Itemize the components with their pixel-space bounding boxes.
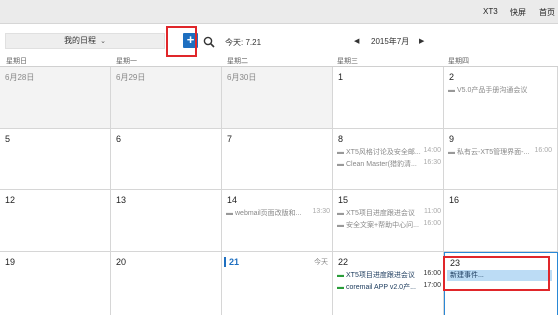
calendar-event[interactable]: ▬ 私有云-XT5管理界面-... 16:00 — [448, 147, 552, 157]
day-number: 9 — [449, 134, 455, 144]
event-chat-icon: ▬ — [337, 161, 344, 168]
calendar-event[interactable]: ▬ webmail页面改版和... 13:30 — [226, 208, 330, 218]
day-cell[interactable]: 16 — [444, 190, 558, 252]
weekday-label: 星期二 — [227, 58, 248, 65]
day-cell[interactable]: 23 新建事件... — [444, 252, 558, 315]
day-number: 14 — [227, 195, 238, 205]
day-cell[interactable]: 2 ▬ V5.0产品手册沟通会议 — [444, 67, 558, 129]
month-grid: 6月28日 6月29日 6月30日 1 2 ▬ V5.0产品手册沟通会议 5 6 7 8 ▬ XT5风格… — [0, 66, 558, 315]
event-chat-icon: ▬ — [337, 284, 344, 291]
event-chat-icon: ▬ — [448, 149, 455, 156]
day-number: 23 — [450, 258, 461, 268]
day-number: 6月30日 — [227, 73, 257, 82]
event-time: 13:30 — [312, 208, 330, 215]
day-number: 7 — [227, 134, 233, 144]
day-cell[interactable]: 5 — [0, 129, 111, 190]
day-cell[interactable]: 1 — [333, 67, 444, 129]
day-cell[interactable]: 6月30日 — [222, 67, 333, 129]
search-icon[interactable] — [203, 36, 215, 48]
new-event-input[interactable]: 新建事件... — [447, 270, 552, 281]
day-number: 20 — [116, 257, 127, 267]
day-cell[interactable]: 14 ▬ webmail页面改版和... 13:30 — [222, 190, 333, 252]
event-title: 安全文案+帮助中心问... — [346, 222, 419, 229]
calendar-select[interactable]: 我的日程 ⌄ — [5, 33, 165, 49]
day-number: 2 — [449, 72, 455, 82]
day-number: 15 — [338, 195, 349, 205]
day-number: 6 — [116, 134, 122, 144]
calendar-event[interactable]: ▬ XT5项目进度跟进会议 16:00 — [337, 270, 441, 280]
day-cell[interactable]: 6月28日 — [0, 67, 111, 129]
event-title: XT5风格讨论及安全邮... — [346, 149, 421, 156]
event-time: 17:00 — [423, 282, 441, 289]
calendar-event[interactable]: ▬ Clean Master(猎豹清... 16:30 — [337, 159, 441, 169]
day-number: 8 — [338, 134, 344, 144]
day-number: 22 — [338, 257, 349, 267]
event-time: 16:30 — [423, 159, 441, 166]
event-chat-icon: ▬ — [226, 210, 233, 217]
event-time: 16:00 — [534, 147, 552, 154]
day-cell[interactable]: 8 ▬ XT5风格讨论及安全邮... 14:00 ▬ Clean Master(猎豹清..… — [333, 129, 444, 190]
calendar-toolbar: 我的日程 ⌄ — [0, 24, 558, 56]
day-number: 5 — [5, 134, 11, 144]
event-time: 16:00 — [423, 220, 441, 227]
event-title: XT5项目进度跟进会议 — [346, 272, 415, 279]
event-title: 私有云-XT5管理界面-... — [457, 149, 530, 156]
day-number: 12 — [5, 195, 16, 205]
event-chat-icon: ▬ — [337, 272, 344, 279]
event-title: Clean Master(猎豹清... — [346, 161, 417, 168]
day-cell[interactable]: 13 — [111, 190, 222, 252]
event-title: coremail APP v2.0产... — [346, 284, 416, 291]
day-number: 19 — [5, 257, 16, 267]
event-time: 14:00 — [423, 147, 441, 154]
day-number: 6月28日 — [5, 73, 35, 82]
topbar-link-xt3[interactable]: XT3 — [483, 7, 498, 16]
next-month-icon[interactable]: ▶ — [419, 37, 424, 45]
day-number: 16 — [449, 195, 460, 205]
prev-month-icon[interactable]: ◀ — [354, 37, 359, 45]
day-cell[interactable]: 12 — [0, 190, 111, 252]
weekday-label: 星期一 — [116, 58, 137, 65]
day-cell[interactable]: 7 — [222, 129, 333, 190]
weekday-label: 星期三 — [337, 58, 358, 65]
topbar-link-lock-screen[interactable]: 快屏 — [510, 7, 526, 18]
month-title: 2015年7月 — [371, 37, 410, 46]
today-button[interactable]: 今天: 7.21 — [225, 37, 261, 48]
add-event-button[interactable]: + — [183, 33, 198, 48]
event-chat-icon: ▬ — [337, 149, 344, 156]
calendar-event[interactable]: ▬ V5.0产品手册沟通会议 — [448, 85, 552, 95]
event-time: 16:00 — [423, 270, 441, 277]
day-cell[interactable]: 6 — [111, 129, 222, 190]
event-title: webmail页面改版和... — [235, 210, 302, 217]
calendar-event[interactable]: ▬ coremail APP v2.0产... 17:00 — [337, 282, 441, 292]
day-number: 1 — [338, 72, 344, 82]
weekday-label: 星期四 — [448, 58, 469, 65]
event-title: XT5项目进度跟进会议 — [346, 210, 415, 217]
day-cell[interactable]: 20 — [111, 252, 222, 315]
day-cell[interactable]: 21 今天 — [222, 252, 333, 315]
today-tag: 今天 — [314, 259, 328, 266]
day-number: 13 — [116, 195, 127, 205]
top-bar: XT3 快屏 首页 — [0, 0, 558, 24]
calendar-event[interactable]: ▬ XT5风格讨论及安全邮... 14:00 — [337, 147, 441, 157]
calendar-event[interactable]: ▬ 安全文案+帮助中心问... 16:00 — [337, 220, 441, 230]
day-cell[interactable]: 6月29日 — [111, 67, 222, 129]
event-time: 11:00 — [424, 208, 441, 215]
day-cell[interactable]: 19 — [0, 252, 111, 315]
event-chat-icon: ▬ — [448, 87, 455, 94]
calendar-select-label: 我的日程 — [64, 36, 97, 45]
event-title: V5.0产品手册沟通会议 — [457, 87, 528, 94]
event-chat-icon: ▬ — [337, 222, 344, 229]
day-number: 21 — [224, 257, 239, 267]
day-cell[interactable]: 9 ▬ 私有云-XT5管理界面-... 16:00 — [444, 129, 558, 190]
weekday-label: 星期日 — [6, 58, 27, 65]
weekday-header: 星期日 星期一 星期二 星期三 星期四 — [0, 56, 558, 66]
calendar-event[interactable]: ▬ XT5项目进度跟进会议 11:00 — [337, 208, 441, 218]
chevron-down-icon: ⌄ — [100, 38, 106, 45]
day-cell[interactable]: 15 ▬ XT5项目进度跟进会议 11:00 ▬ 安全文案+帮助中心问... 16:00 — [333, 190, 444, 252]
day-cell[interactable]: 22 ▬ XT5项目进度跟进会议 16:00 ▬ coremail APP v2.0产..… — [333, 252, 444, 315]
topbar-link-home[interactable]: 首页 — [539, 7, 555, 18]
day-number: 6月29日 — [116, 73, 146, 82]
event-chat-icon: ▬ — [337, 210, 344, 217]
